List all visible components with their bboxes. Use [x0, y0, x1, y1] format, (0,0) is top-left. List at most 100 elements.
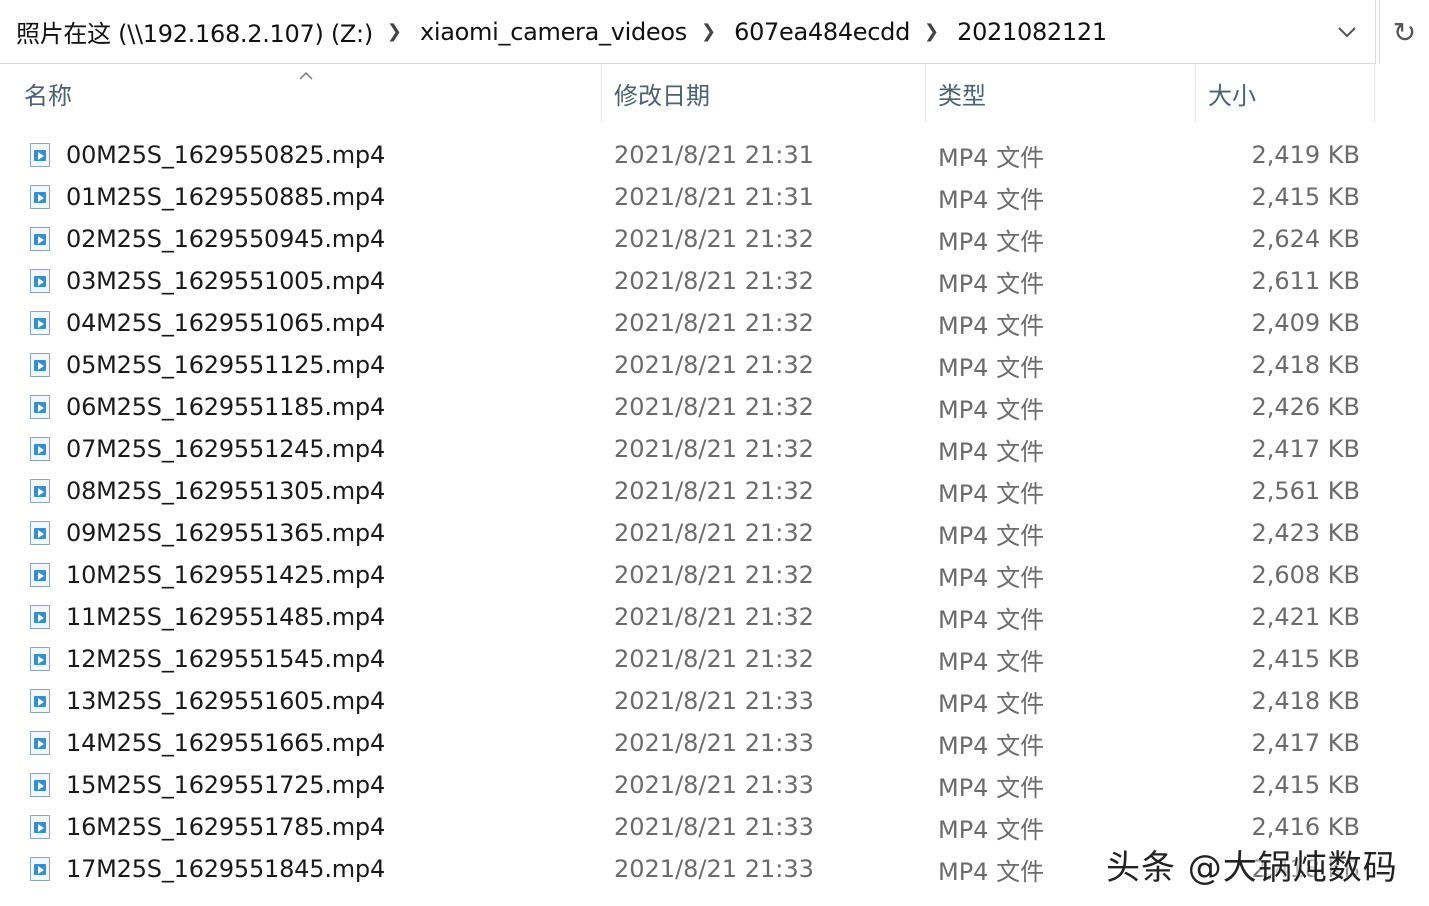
video-file-icon	[30, 764, 54, 806]
address-bar: 照片在这 (\\192.168.2.107) (Z:) ❯ xiaomi_cam…	[0, 0, 1429, 65]
file-row[interactable]: 10M25S_1629551425.mp4 2021/8/21 21:32 MP4 …	[0, 554, 1429, 596]
file-name: 09M25S_1629551365.mp4	[66, 519, 386, 547]
video-file-icon	[30, 218, 54, 260]
breadcrumb-item-drive[interactable]: 照片在这 (\\192.168.2.107) (Z:)	[0, 14, 381, 49]
file-size: 2,611 KB	[1251, 267, 1360, 295]
file-name: 15M25S_1629551725.mp4	[66, 771, 386, 799]
file-row[interactable]: 02M25S_1629550945.mp4 2021/8/21 21:32 MP4 …	[0, 218, 1429, 260]
video-file-icon	[30, 428, 54, 470]
video-file-icon	[30, 302, 54, 344]
video-file-icon	[30, 176, 54, 218]
file-size: 2,418 KB	[1251, 351, 1360, 379]
chevron-right-icon[interactable]: ❯	[918, 21, 941, 42]
file-name: 16M25S_1629551785.mp4	[66, 813, 386, 841]
file-row[interactable]: 12M25S_1629551545.mp4 2021/8/21 21:32 MP4 …	[0, 638, 1429, 680]
file-row[interactable]: 15M25S_1629551725.mp4 2021/8/21 21:33 MP4 …	[0, 764, 1429, 806]
breadcrumb-item-date-folder[interactable]: 2021082121	[941, 18, 1115, 46]
file-date-modified: 2021/8/21 21:32	[614, 225, 814, 253]
column-header-size[interactable]: 大小	[1195, 64, 1375, 122]
file-date-modified: 2021/8/21 21:33	[614, 855, 814, 883]
file-type: MP4 文件	[938, 269, 1045, 298]
file-row[interactable]: 04M25S_1629551065.mp4 2021/8/21 21:32 MP4 …	[0, 302, 1429, 344]
chevron-down-icon[interactable]	[1330, 18, 1364, 46]
refresh-icon[interactable]: ↻	[1379, 0, 1429, 64]
file-size: 2,423 KB	[1251, 519, 1360, 547]
video-file-icon	[30, 806, 54, 848]
file-date-modified: 2021/8/21 21:32	[614, 309, 814, 337]
file-row[interactable]: 09M25S_1629551365.mp4 2021/8/21 21:32 MP4 …	[0, 512, 1429, 554]
file-date-modified: 2021/8/21 21:32	[614, 561, 814, 589]
file-size: 2,418 KB	[1251, 687, 1360, 715]
video-file-icon	[30, 554, 54, 596]
file-row[interactable]: 11M25S_1629551485.mp4 2021/8/21 21:32 MP4 …	[0, 596, 1429, 638]
file-row[interactable]: 05M25S_1629551125.mp4 2021/8/21 21:32 MP4 …	[0, 344, 1429, 386]
file-type: MP4 文件	[938, 647, 1045, 676]
file-type: MP4 文件	[938, 815, 1045, 844]
video-file-icon	[30, 722, 54, 764]
file-size: 2,421 KB	[1251, 603, 1360, 631]
breadcrumb-item-xiaomi-camera-videos[interactable]: xiaomi_camera_videos	[404, 18, 695, 46]
file-date-modified: 2021/8/21 21:32	[614, 351, 814, 379]
file-size: 2,415 KB	[1251, 645, 1360, 673]
file-name: 17M25S_1629551845.mp4	[66, 855, 386, 883]
file-type: MP4 文件	[938, 437, 1045, 466]
file-type: MP4 文件	[938, 521, 1045, 550]
video-file-icon	[30, 260, 54, 302]
file-type: MP4 文件	[938, 731, 1045, 760]
file-name: 13M25S_1629551605.mp4	[66, 687, 386, 715]
file-row[interactable]: 08M25S_1629551305.mp4 2021/8/21 21:32 MP4 …	[0, 470, 1429, 512]
file-size: 2,417 KB	[1251, 435, 1360, 463]
chevron-right-icon[interactable]: ❯	[381, 21, 404, 42]
chevron-right-icon[interactable]: ❯	[695, 21, 718, 42]
file-date-modified: 2021/8/21 21:32	[614, 267, 814, 295]
file-size: 2,415 KB	[1251, 183, 1360, 211]
file-name: 07M25S_1629551245.mp4	[66, 435, 386, 463]
video-file-icon	[30, 344, 54, 386]
file-row[interactable]: 00M25S_1629550825.mp4 2021/8/21 21:31 MP4 …	[0, 134, 1429, 176]
file-name: 12M25S_1629551545.mp4	[66, 645, 386, 673]
file-row[interactable]: 01M25S_1629550885.mp4 2021/8/21 21:31 MP4 …	[0, 176, 1429, 218]
file-size: 2,419 KB	[1251, 141, 1360, 169]
file-name: 02M25S_1629550945.mp4	[66, 225, 386, 253]
file-type: MP4 文件	[938, 689, 1045, 718]
file-row[interactable]: 06M25S_1629551185.mp4 2021/8/21 21:32 MP4 …	[0, 386, 1429, 428]
column-header: 名称 修改日期 类型 大小	[0, 64, 1429, 130]
file-name: 11M25S_1629551485.mp4	[66, 603, 386, 631]
video-file-icon	[30, 848, 54, 890]
breadcrumb[interactable]: 照片在这 (\\192.168.2.107) (Z:) ❯ xiaomi_cam…	[0, 0, 1376, 64]
file-name: 10M25S_1629551425.mp4	[66, 561, 386, 589]
file-date-modified: 2021/8/21 21:33	[614, 729, 814, 757]
file-type: MP4 文件	[938, 479, 1045, 508]
file-date-modified: 2021/8/21 21:32	[614, 435, 814, 463]
file-type: MP4 文件	[938, 143, 1045, 172]
file-type: MP4 文件	[938, 185, 1045, 214]
file-type: MP4 文件	[938, 857, 1045, 886]
breadcrumb-item-device[interactable]: 607ea484ecdd	[718, 18, 918, 46]
file-date-modified: 2021/8/21 21:32	[614, 393, 814, 421]
file-row[interactable]: 13M25S_1629551605.mp4 2021/8/21 21:33 MP4 …	[0, 680, 1429, 722]
file-row[interactable]: 14M25S_1629551665.mp4 2021/8/21 21:33 MP4 …	[0, 722, 1429, 764]
file-date-modified: 2021/8/21 21:33	[614, 771, 814, 799]
file-type: MP4 文件	[938, 311, 1045, 340]
file-type: MP4 文件	[938, 563, 1045, 592]
video-file-icon	[30, 134, 54, 176]
column-header-type[interactable]: 类型	[925, 64, 1194, 122]
file-date-modified: 2021/8/21 21:32	[614, 519, 814, 547]
file-name: 01M25S_1629550885.mp4	[66, 183, 386, 211]
file-type: MP4 文件	[938, 773, 1045, 802]
file-date-modified: 2021/8/21 21:32	[614, 477, 814, 505]
video-file-icon	[30, 596, 54, 638]
file-size: 2,624 KB	[1251, 225, 1360, 253]
file-size: 2,608 KB	[1251, 561, 1360, 589]
column-header-date-modified[interactable]: 修改日期	[601, 64, 924, 122]
file-date-modified: 2021/8/21 21:32	[614, 645, 814, 673]
video-file-icon	[30, 638, 54, 680]
file-date-modified: 2021/8/21 21:33	[614, 687, 814, 715]
file-date-modified: 2021/8/21 21:31	[614, 141, 814, 169]
file-size: 2,426 KB	[1251, 393, 1360, 421]
file-date-modified: 2021/8/21 21:33	[614, 813, 814, 841]
file-row[interactable]: 03M25S_1629551005.mp4 2021/8/21 21:32 MP4 …	[0, 260, 1429, 302]
file-row[interactable]: 07M25S_1629551245.mp4 2021/8/21 21:32 MP4 …	[0, 428, 1429, 470]
file-type: MP4 文件	[938, 605, 1045, 634]
file-type: MP4 文件	[938, 395, 1045, 424]
